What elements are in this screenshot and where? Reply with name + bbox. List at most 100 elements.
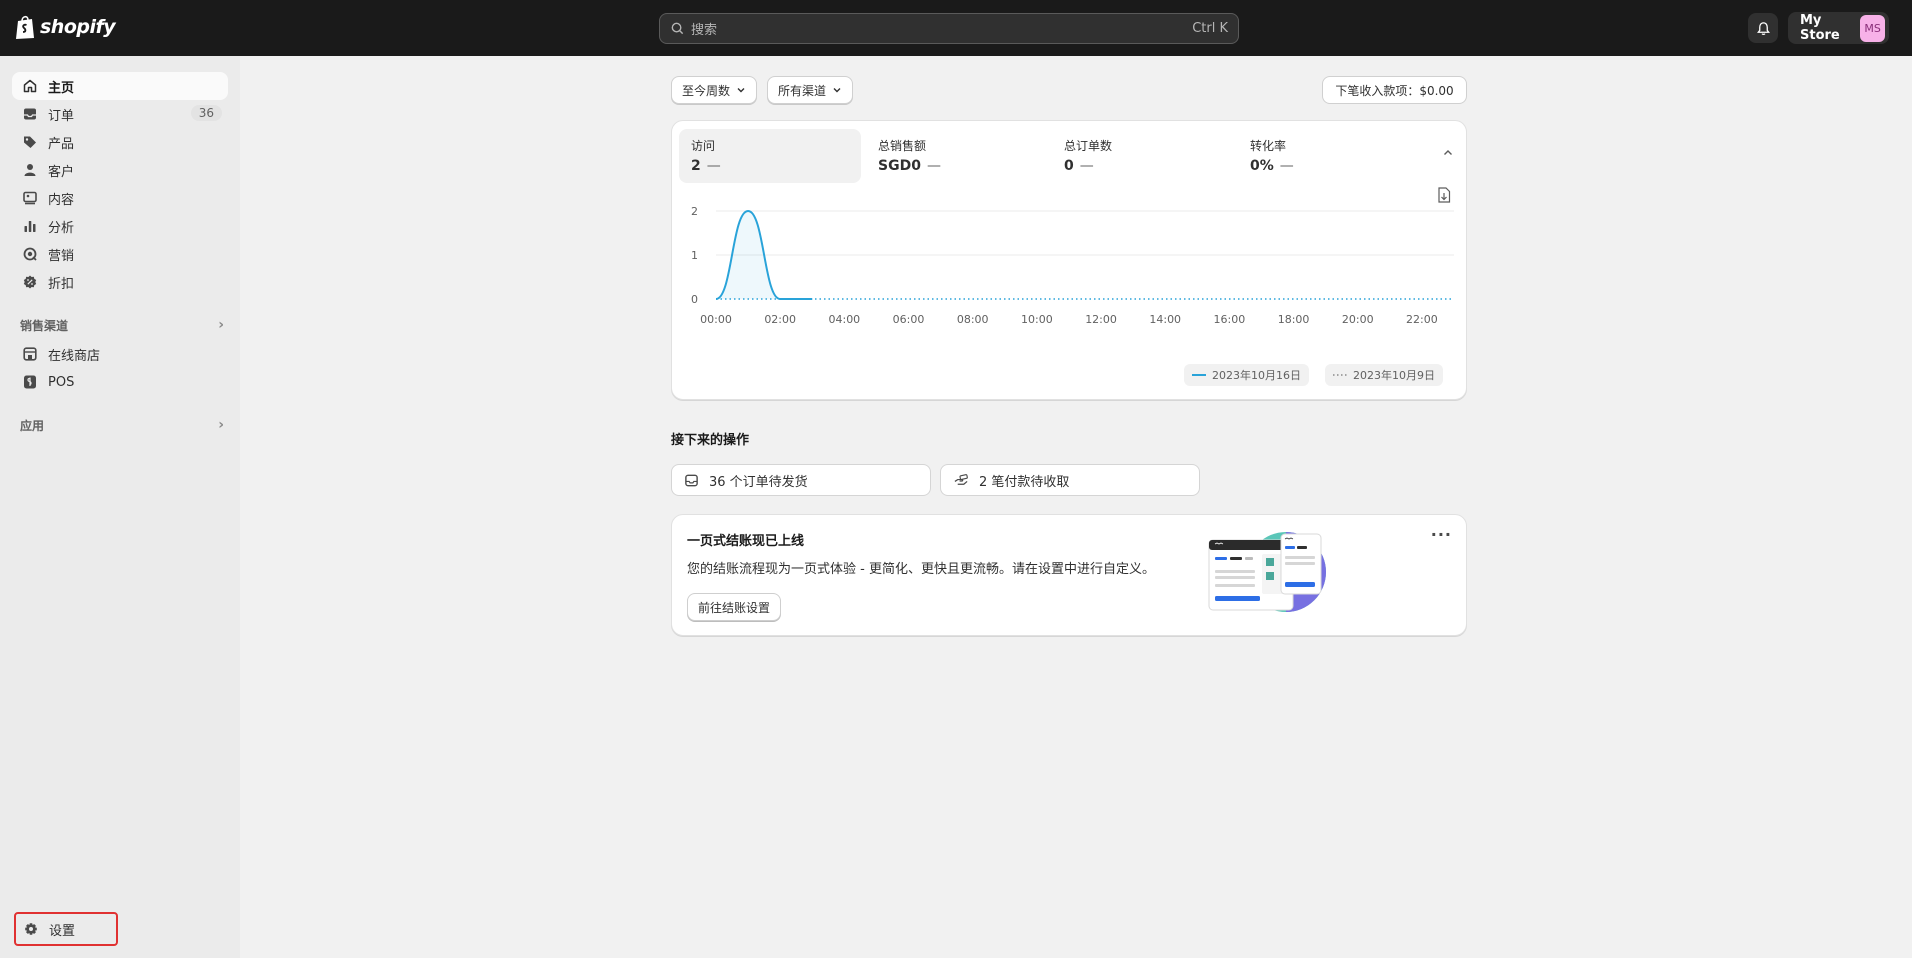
sidebar-item-label: 内容: [48, 192, 75, 208]
go-to-checkout-settings-button[interactable]: 前往结账设置: [687, 593, 782, 621]
sidebar-item-orders[interactable]: 订单 36: [12, 100, 228, 128]
gear-icon: [25, 923, 37, 935]
promo-title: 一页式结账现已上线: [687, 534, 805, 549]
home-icon: [23, 79, 37, 93]
discount-icon: [23, 275, 37, 289]
metric-change: —: [706, 158, 721, 174]
brand-name: shopify: [40, 16, 116, 38]
task-label: 2 笔付款待收取: [979, 474, 1070, 490]
metric-change: —: [1079, 158, 1094, 174]
metric-number: 0%: [1250, 158, 1274, 174]
x-tick-label: 12:00: [1085, 313, 1117, 326]
sidebar-item-pos[interactable]: POS: [12, 368, 228, 396]
metric-value: 2—: [691, 158, 849, 174]
chart-bar-icon: [24, 221, 36, 232]
apps-header[interactable]: 应用 ›: [20, 413, 224, 437]
legend-previous[interactable]: 2023年10月9日: [1325, 364, 1443, 386]
y-tick-label: 1: [691, 249, 698, 262]
metric-label: 总销售额: [878, 139, 927, 153]
more-actions-icon[interactable]: ···: [1431, 525, 1452, 544]
sidebar-item-label: 订单: [48, 108, 75, 124]
metric-number: SGD0: [878, 158, 921, 174]
apps-label: 应用: [20, 418, 45, 433]
task-orders-to-fulfill[interactable]: 36 个订单待发货: [671, 464, 931, 496]
sidebar: 主页 订单 36 产品 客户 内容 分析 营销 折扣 销售渠道 › 在线商店 P…: [0, 56, 240, 958]
metric-value: 0% —: [1250, 158, 1408, 174]
next-payout-button[interactable]: 下笔收入款项：$0.00: [1322, 76, 1467, 104]
sidebar-item-label: POS: [48, 374, 75, 390]
channel-select[interactable]: 所有渠道: [767, 76, 854, 104]
metric-value: SGD0 —: [878, 158, 1036, 174]
sidebar-item-label: 客户: [48, 164, 75, 180]
sidebar-item-analytics[interactable]: 分析: [12, 212, 228, 240]
inbox-icon: [685, 474, 698, 486]
next-steps-title: 接下来的操作: [671, 433, 750, 448]
pos-icon: [24, 375, 36, 389]
metric-conversion-rate[interactable]: 转化率 0% —: [1238, 129, 1420, 183]
store-menu-button[interactable]: My Store MS: [1788, 12, 1889, 44]
notifications-button[interactable]: [1748, 13, 1778, 43]
chevron-up-icon[interactable]: [1442, 147, 1454, 163]
sidebar-item-label: 营销: [48, 248, 75, 264]
y-tick-label: 0: [691, 293, 698, 306]
search-bar[interactable]: 搜索 Ctrl K: [659, 13, 1239, 44]
legend-previous-label: 2023年10月9日: [1353, 369, 1435, 382]
shopify-bag-icon: [16, 15, 34, 39]
metric-label: 转化率: [1250, 139, 1287, 153]
sidebar-item-label: 设置: [49, 923, 76, 939]
top-bar: shopify 搜索 Ctrl K My Store MS: [0, 0, 1912, 56]
metric-label: 总订单数: [1064, 139, 1113, 153]
x-tick-label: 18:00: [1278, 313, 1310, 326]
sidebar-item-discounts[interactable]: 折扣: [12, 268, 228, 296]
metric-label: 访问: [691, 139, 716, 153]
metric-total-sales[interactable]: 总销售额 SGD0 —: [866, 129, 1048, 183]
task-payments-to-capture[interactable]: 2 笔付款待收取: [940, 464, 1200, 496]
hand-money-icon: [954, 473, 968, 485]
metric-number: 0: [1064, 158, 1074, 174]
shopify-logo[interactable]: shopify: [14, 14, 116, 40]
sidebar-item-label: 折扣: [48, 276, 75, 292]
x-tick-label: 22:00: [1406, 313, 1438, 326]
sales-channels-label: 销售渠道: [20, 318, 69, 333]
sidebar-item-content[interactable]: 内容: [12, 184, 228, 212]
legend-dotted-line: [1333, 374, 1347, 376]
sidebar-item-home[interactable]: 主页: [12, 72, 228, 100]
payout-label: 下笔收入款项：$0.00: [1335, 83, 1454, 98]
sessions-line-chart: 0 1 2 00:00 02:00 04:00 06:00 08:00 10:00 12:00 14…: [691, 205, 1454, 326]
metric-change: —: [926, 158, 941, 174]
x-tick-label: 16:00: [1214, 313, 1246, 326]
chevron-right-icon: ›: [218, 317, 224, 333]
metric-total-orders[interactable]: 总订单数 0 —: [1052, 129, 1234, 183]
metrics-card: 访问 2— 总销售额 SGD0— 总订单数 0— 转化率 0% — 0 1 2 00:0…: [671, 120, 1467, 400]
search-icon: [671, 22, 684, 35]
search-placeholder: 搜索: [691, 23, 718, 38]
search-shortcut: Ctrl K: [1192, 21, 1228, 36]
metric-number: 2: [691, 158, 701, 174]
avatar: MS: [1860, 14, 1885, 42]
sidebar-item-settings[interactable]: 设置: [14, 912, 118, 946]
checkout-illustration: [1208, 532, 1326, 612]
one-page-checkout-card: 一页式结账现已上线 您的结账流程现为一页式体验 - 更简化、更快且更流畅。请在设…: [671, 514, 1467, 636]
legend-current-label: 2023年10月16日: [1212, 369, 1301, 382]
x-tick-label: 10:00: [1021, 313, 1053, 326]
chevron-down-icon: [833, 88, 841, 93]
sidebar-item-label: 在线商店: [48, 348, 101, 364]
date-range-select[interactable]: 至今周数: [671, 76, 758, 104]
chevron-down-icon: [737, 88, 745, 93]
legend-solid-line: [1192, 374, 1206, 376]
x-tick-label: 14:00: [1149, 313, 1181, 326]
x-tick-label: 02:00: [764, 313, 796, 326]
person-icon: [24, 164, 36, 176]
legend-current[interactable]: 2023年10月16日: [1184, 364, 1309, 386]
sales-channels-header[interactable]: 销售渠道 ›: [20, 313, 224, 337]
sidebar-item-label: 产品: [48, 136, 75, 152]
metric-sessions[interactable]: 访问 2—: [679, 129, 861, 183]
target-icon: [23, 247, 37, 261]
sidebar-item-label: 分析: [48, 220, 75, 236]
sidebar-item-online-store[interactable]: 在线商店: [12, 340, 228, 368]
sidebar-item-marketing[interactable]: 营销: [12, 240, 228, 268]
sidebar-item-customers[interactable]: 客户: [12, 156, 228, 184]
sidebar-item-products[interactable]: 产品: [12, 128, 228, 156]
date-range-label: 至今周数: [682, 83, 731, 98]
chevron-right-icon: ›: [218, 417, 224, 433]
